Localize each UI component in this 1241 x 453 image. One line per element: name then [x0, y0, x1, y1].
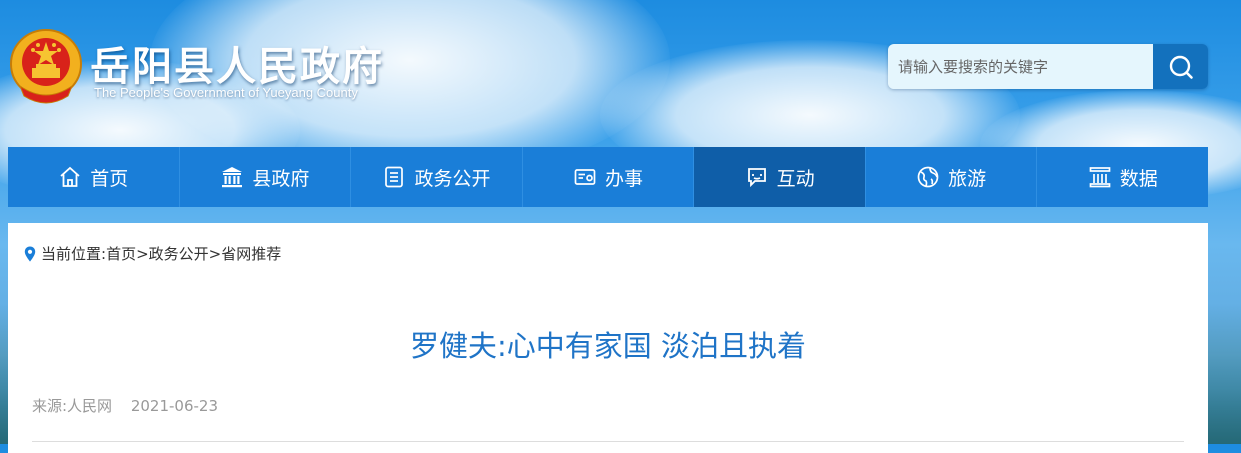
national-emblem-logo	[8, 26, 84, 106]
main-nav: 首页 县政府 政务公开 办事 互动 旅游 数据	[8, 147, 1208, 207]
chat-icon	[745, 165, 769, 189]
document-list-icon	[382, 165, 406, 189]
breadcrumb: 当前位置: 首页 > 政务公开 > 省网推荐	[24, 243, 281, 264]
search-icon	[1168, 54, 1194, 80]
location-pin-icon	[24, 246, 36, 262]
government-building-icon	[220, 165, 244, 189]
site-subtitle: The People's Government of Yueyang Count…	[94, 85, 358, 100]
nav-item-home[interactable]: 首页	[8, 147, 180, 207]
nav-item-county-government[interactable]: 县政府	[180, 147, 352, 207]
nav-item-data[interactable]: 数据	[1037, 147, 1208, 207]
breadcrumb-separator: >	[136, 244, 149, 263]
nav-item-label: 旅游	[948, 167, 987, 190]
nav-item-services[interactable]: 办事	[523, 147, 695, 207]
search-button[interactable]	[1153, 44, 1208, 89]
data-chart-icon	[1088, 165, 1112, 189]
search-bar	[888, 44, 1208, 89]
globe-icon	[916, 165, 940, 189]
nav-item-label: 数据	[1119, 167, 1158, 190]
service-card-icon	[573, 165, 597, 189]
article-source: 来源:人民网	[32, 397, 113, 415]
article-container: 当前位置: 首页 > 政务公开 > 省网推荐 罗健夫:心中有家国 淡泊且执着 来…	[8, 223, 1208, 453]
article-date: 2021-06-23	[130, 397, 219, 415]
nav-item-label: 政务公开	[414, 167, 491, 190]
home-icon	[58, 165, 82, 189]
nav-item-label: 办事	[605, 167, 644, 190]
article-title: 罗健夫:心中有家国 淡泊且执着	[410, 329, 806, 363]
nav-item-tourism[interactable]: 旅游	[866, 147, 1038, 207]
nav-item-label: 县政府	[252, 167, 310, 190]
nav-item-interaction[interactable]: 互动	[694, 147, 866, 207]
site-title: 岳阳县人民政府	[90, 43, 384, 90]
nav-item-label: 首页	[90, 167, 129, 190]
breadcrumb-link-provincial-recommend[interactable]: 省网推荐	[221, 243, 281, 264]
breadcrumb-separator: >	[208, 244, 222, 263]
fade-overlay	[918, 373, 1208, 433]
nav-item-government-affairs[interactable]: 政务公开	[351, 147, 523, 207]
nav-item-label: 互动	[776, 167, 815, 190]
search-input[interactable]	[888, 44, 1153, 89]
breadcrumb-link-home[interactable]: 首页	[106, 243, 136, 264]
divider	[32, 441, 1184, 442]
breadcrumb-prefix: 当前位置:	[41, 245, 107, 263]
breadcrumb-link-government-affairs[interactable]: 政务公开	[149, 243, 209, 264]
article-meta: 来源:人民网 2021-06-23	[32, 395, 232, 416]
